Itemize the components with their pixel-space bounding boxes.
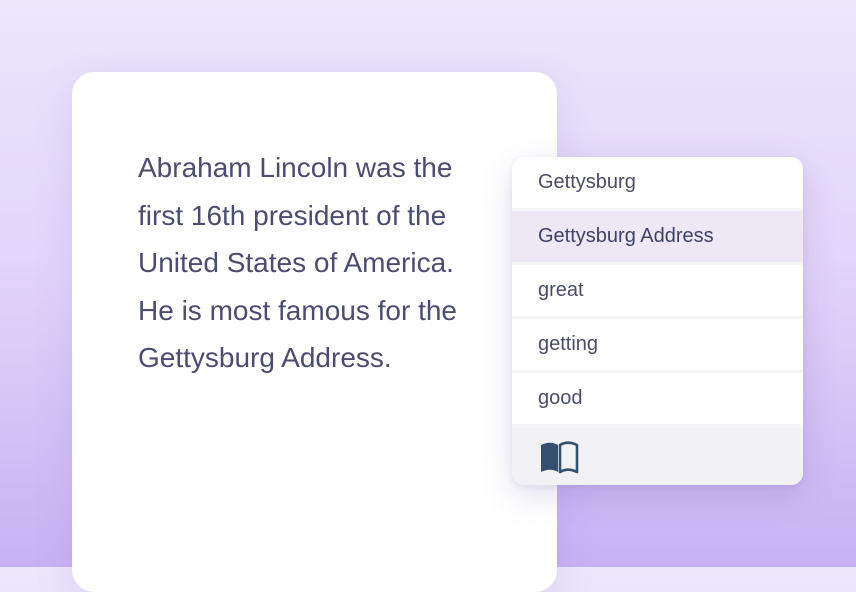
document-line: Gettysburg Address. bbox=[138, 342, 392, 373]
suggestion-footer bbox=[512, 428, 803, 485]
suggestion-item[interactable]: great bbox=[512, 265, 803, 316]
book-icon bbox=[541, 440, 579, 473]
document-line: Abraham Lincoln was the bbox=[138, 152, 453, 183]
document-card: Abraham Lincoln was the first 16th presi… bbox=[72, 72, 557, 592]
suggestion-item-selected[interactable]: Gettysburg Address bbox=[512, 211, 803, 262]
suggestion-item[interactable]: good bbox=[512, 373, 803, 424]
document-text[interactable]: Abraham Lincoln was the first 16th presi… bbox=[138, 144, 508, 382]
dictionary-button[interactable] bbox=[538, 439, 580, 475]
document-line: United States of America. bbox=[138, 247, 454, 278]
suggestion-item[interactable]: Gettysburg bbox=[512, 157, 803, 208]
suggestion-list: Gettysburg Gettysburg Address great gett… bbox=[512, 157, 803, 424]
document-line: first 16th president of the bbox=[138, 199, 447, 231]
document-line: He is most famous for the bbox=[138, 294, 458, 326]
suggestion-item[interactable]: getting bbox=[512, 319, 803, 370]
word-suggestion-panel: Gettysburg Gettysburg Address great gett… bbox=[512, 157, 803, 485]
